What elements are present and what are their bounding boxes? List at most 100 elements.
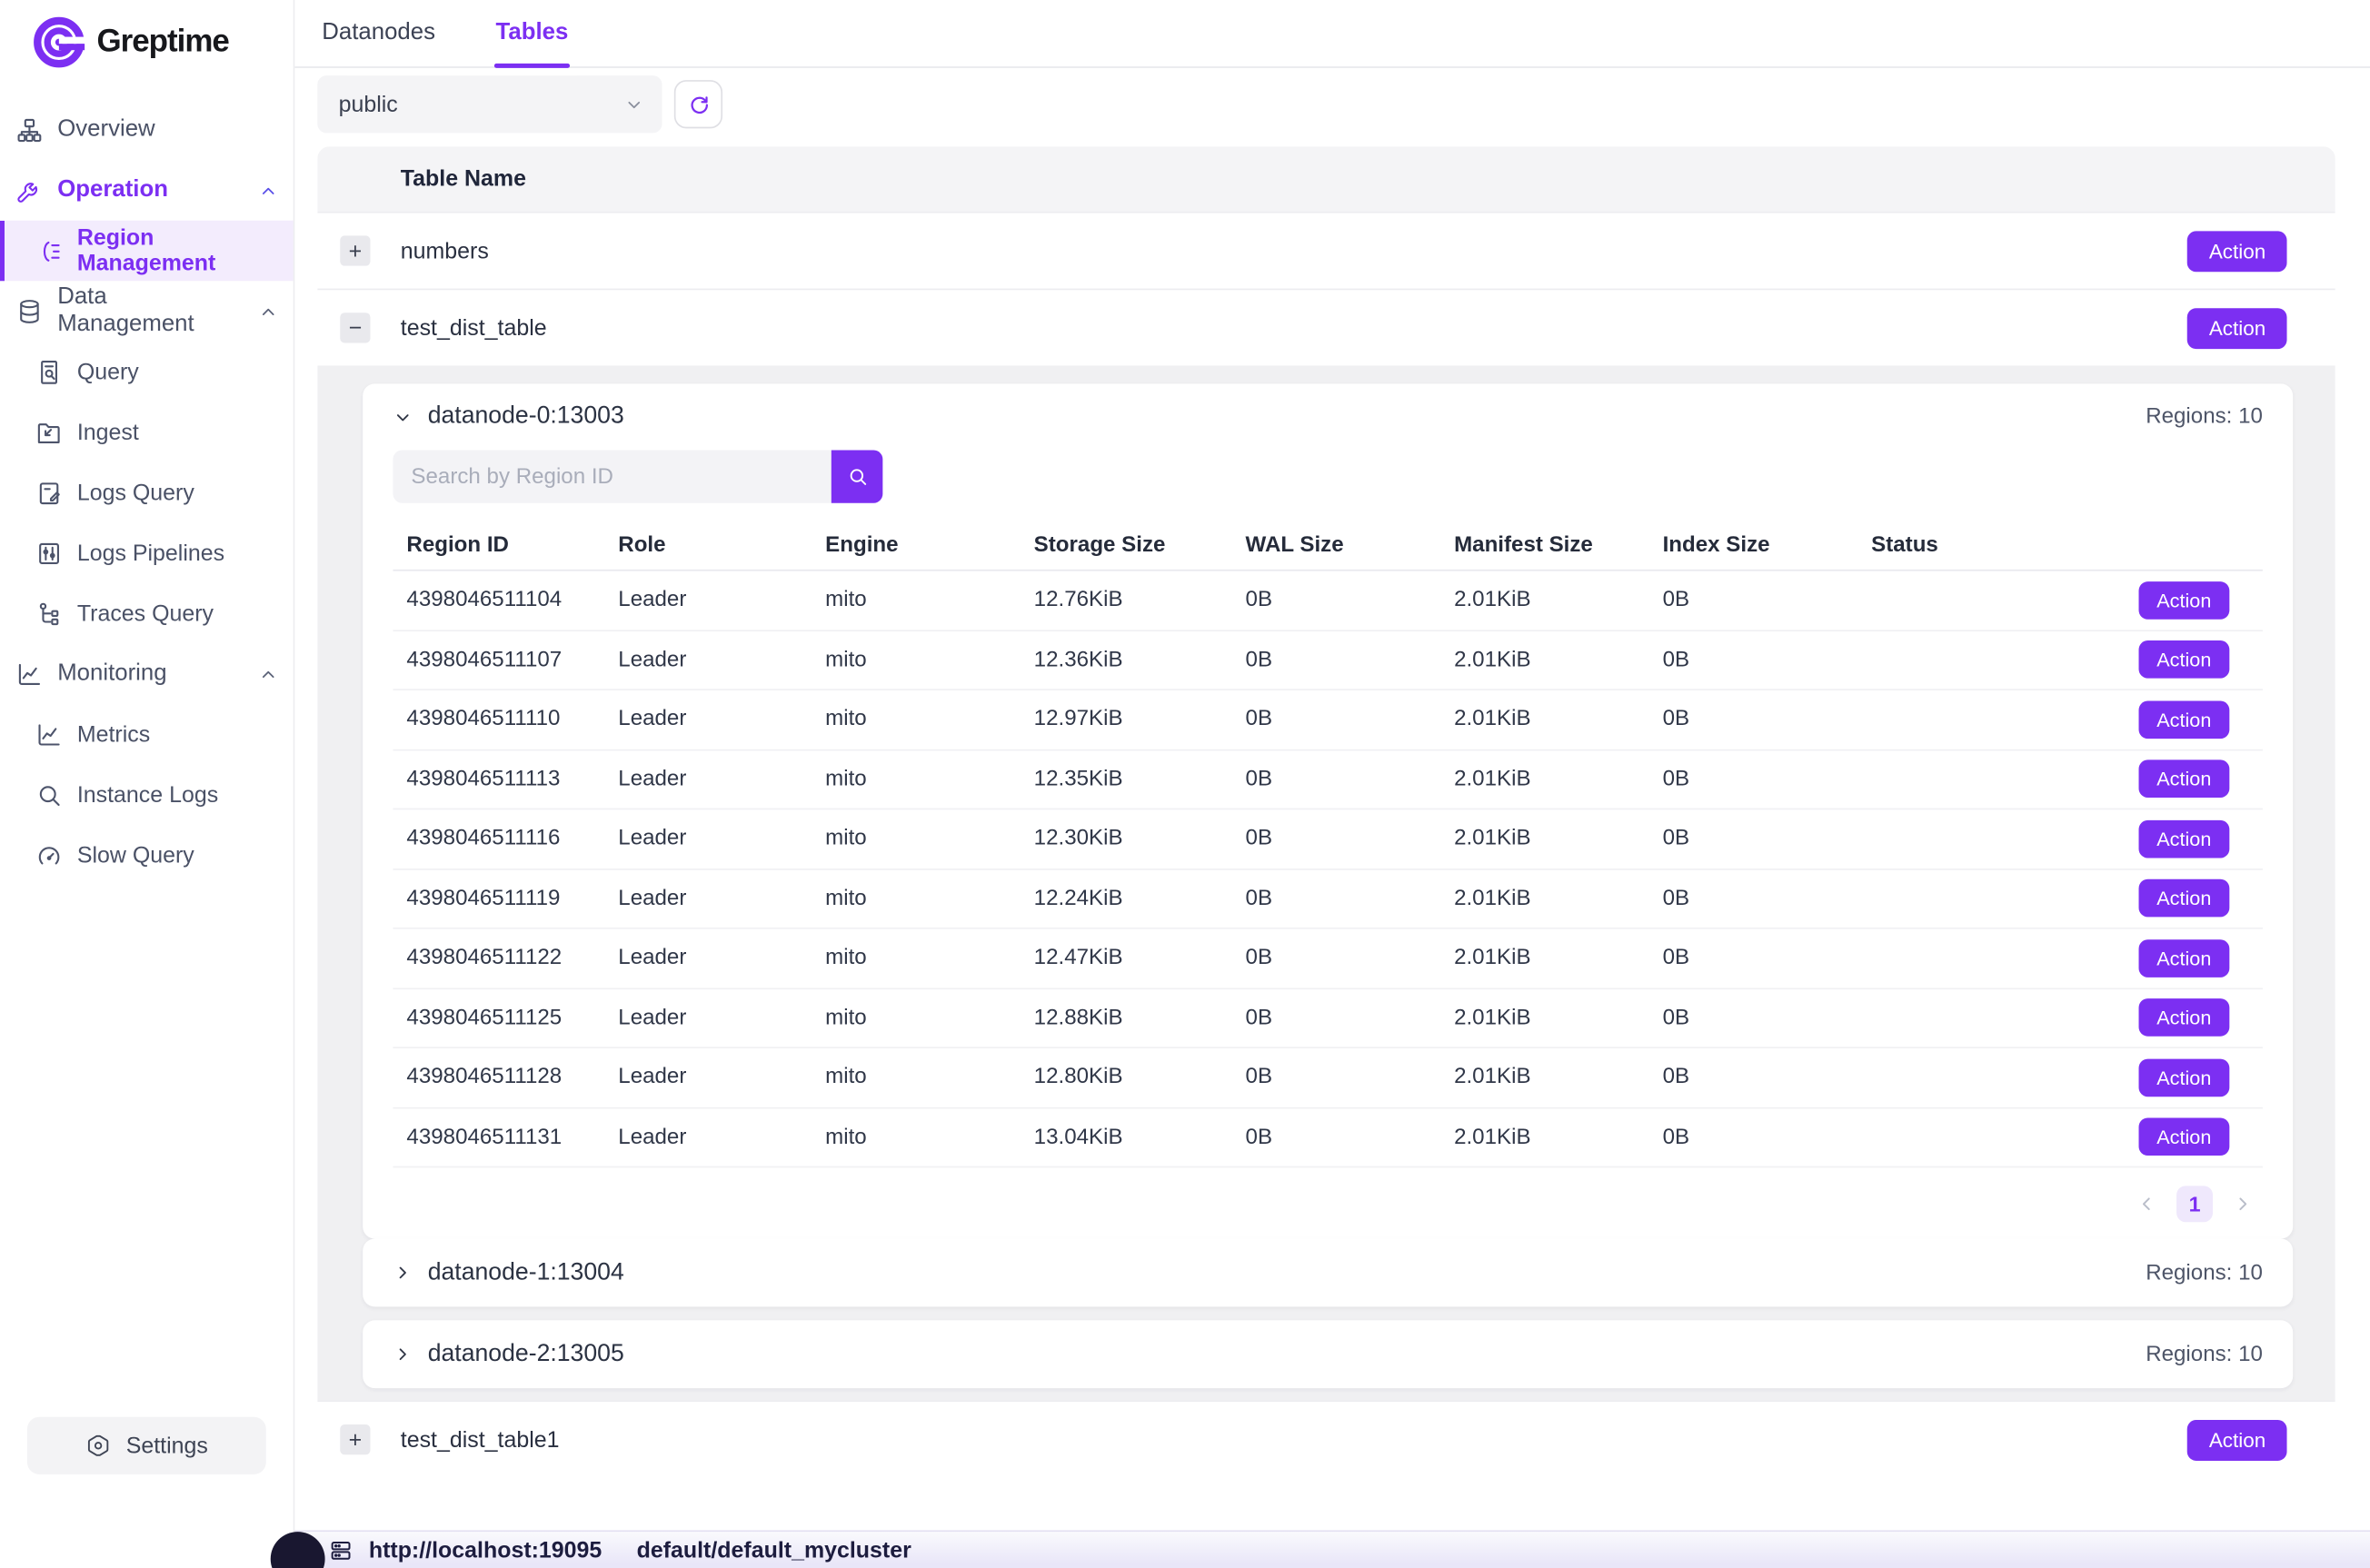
region-row: 4398046511116Leadermito12.30KiB0B2.01KiB… bbox=[393, 809, 2262, 869]
region-search-input[interactable] bbox=[393, 451, 831, 503]
region-search bbox=[393, 451, 882, 503]
action-button[interactable]: Action bbox=[2188, 1419, 2287, 1460]
cell-role: Leader bbox=[604, 588, 812, 612]
cell-storage-size: 12.47KiB bbox=[1021, 946, 1232, 970]
action-button[interactable]: Action bbox=[2188, 307, 2287, 348]
cell-region-id: 4398046511131 bbox=[393, 1125, 604, 1149]
sidebar-item-label: Slow Query bbox=[77, 842, 194, 868]
region-action-button[interactable]: Action bbox=[2138, 999, 2229, 1037]
datanode-0-header[interactable]: datanode-0:13003 Regions: 10 bbox=[363, 383, 2293, 444]
region-icon bbox=[34, 235, 64, 265]
column-header-index-size: Index Size bbox=[1649, 533, 1858, 558]
cell-wal-size: 0B bbox=[1232, 887, 1441, 911]
table-name: test_dist_table bbox=[401, 315, 547, 341]
cell-storage-size: 12.76KiB bbox=[1021, 588, 1232, 612]
expand-button[interactable]: + bbox=[340, 235, 370, 265]
chevron-up-icon bbox=[258, 181, 278, 201]
tabs-bar: Datanodes Tables bbox=[294, 0, 2370, 68]
previous-page-button[interactable] bbox=[2136, 1193, 2156, 1214]
refresh-button[interactable] bbox=[674, 80, 722, 128]
table-name: test_dist_table1 bbox=[401, 1427, 560, 1453]
next-page-button[interactable] bbox=[2233, 1193, 2254, 1214]
sidebar-item-overview[interactable]: Overview bbox=[0, 100, 294, 161]
cell-role: Leader bbox=[604, 946, 812, 970]
cell-storage-size: 12.35KiB bbox=[1021, 767, 1232, 791]
sidebar-item-operation[interactable]: Operation bbox=[0, 160, 294, 221]
tab-datanodes[interactable]: Datanodes bbox=[321, 0, 437, 66]
cell-storage-size: 12.80KiB bbox=[1021, 1066, 1232, 1090]
region-table: Region IDRoleEngineStorage SizeWAL SizeM… bbox=[393, 521, 2262, 1168]
region-search-button[interactable] bbox=[831, 451, 883, 503]
cell-wal-size: 0B bbox=[1232, 1006, 1441, 1030]
sidebar-item-instance-logs[interactable]: Instance Logs bbox=[0, 764, 294, 825]
region-action-button[interactable]: Action bbox=[2138, 1118, 2229, 1156]
region-action-button[interactable]: Action bbox=[2138, 939, 2229, 978]
cell-manifest-size: 2.01KiB bbox=[1440, 887, 1649, 911]
sidebar-item-label: Metrics bbox=[77, 721, 150, 747]
tree-icon bbox=[34, 598, 64, 628]
region-action-button[interactable]: Action bbox=[2138, 760, 2229, 799]
sidebar-item-query[interactable]: Query bbox=[0, 342, 294, 402]
toolbar: public bbox=[317, 75, 2335, 133]
sliders-icon bbox=[34, 538, 64, 568]
sidebar-item-region-management[interactable]: Region Management bbox=[0, 221, 294, 282]
region-table-header: Region IDRoleEngineStorage SizeWAL SizeM… bbox=[393, 521, 2262, 571]
region-row: 4398046511128Leadermito12.80KiB0B2.01KiB… bbox=[393, 1048, 2262, 1108]
cell-index-size: 0B bbox=[1649, 708, 1858, 732]
table-row-numbers: + numbers Action bbox=[317, 212, 2335, 289]
sidebar-item-logs-pipelines[interactable]: Logs Pipelines bbox=[0, 522, 294, 583]
sidebar-item-logs-query[interactable]: Logs Query bbox=[0, 462, 294, 523]
cell-engine: mito bbox=[812, 767, 1021, 791]
cell-engine: mito bbox=[812, 1066, 1021, 1090]
cell-engine: mito bbox=[812, 588, 1021, 612]
cell-region-id: 4398046511125 bbox=[393, 1006, 604, 1030]
search-icon bbox=[846, 465, 869, 488]
settings-button[interactable]: Settings bbox=[27, 1417, 266, 1474]
cell-index-size: 0B bbox=[1649, 827, 1858, 851]
sidebar-item-monitoring[interactable]: Monitoring bbox=[0, 643, 294, 704]
sidebar-item-label: Region Management bbox=[77, 225, 278, 277]
datanode-2-header[interactable]: datanode-2:13005Regions: 10 bbox=[363, 1320, 2293, 1388]
schema-select[interactable]: public bbox=[317, 75, 662, 133]
chevron-up-icon bbox=[258, 664, 278, 684]
expand-button[interactable]: + bbox=[340, 1424, 370, 1454]
cell-manifest-size: 2.01KiB bbox=[1440, 1125, 1649, 1149]
datanode-1-header[interactable]: datanode-1:13004Regions: 10 bbox=[363, 1239, 2293, 1307]
region-action-button[interactable]: Action bbox=[2138, 1058, 2229, 1097]
cell-engine: mito bbox=[812, 827, 1021, 851]
sidebar-item-label: Instance Logs bbox=[77, 782, 218, 808]
brand-logo: Greptime bbox=[0, 0, 294, 78]
cell-manifest-size: 2.01KiB bbox=[1440, 648, 1649, 672]
cell-region-id: 4398046511116 bbox=[393, 827, 604, 851]
sidebar-item-label: Query bbox=[77, 359, 139, 384]
app-root: Greptime OverviewOperationRegion Managem… bbox=[0, 0, 2370, 1568]
sidebar-item-traces-query[interactable]: Traces Query bbox=[0, 583, 294, 644]
main-area: DatanodesTables public Table Name bbox=[294, 0, 2370, 1568]
cell-storage-size: 12.36KiB bbox=[1021, 648, 1232, 672]
cell-region-id: 4398046511110 bbox=[393, 708, 604, 732]
region-action-button[interactable]: Action bbox=[2138, 819, 2229, 858]
cell-manifest-size: 2.01KiB bbox=[1440, 1066, 1649, 1090]
region-action-button[interactable]: Action bbox=[2138, 700, 2229, 739]
chart-icon bbox=[34, 719, 64, 749]
sidebar-item-label: Monitoring bbox=[57, 660, 166, 688]
datanode-panel-1: datanode-1:13004Regions: 10 bbox=[363, 1239, 2293, 1307]
greptime-logo-icon bbox=[32, 15, 86, 70]
sidebar-item-data-management[interactable]: Data Management bbox=[0, 281, 294, 342]
sidebar-item-label: Traces Query bbox=[77, 600, 214, 626]
sidebar-item-slow-query[interactable]: Slow Query bbox=[0, 825, 294, 886]
region-action-button[interactable]: Action bbox=[2138, 581, 2229, 620]
action-button[interactable]: Action bbox=[2188, 231, 2287, 272]
region-action-button[interactable]: Action bbox=[2138, 640, 2229, 679]
sidebar-item-metrics[interactable]: Metrics bbox=[0, 704, 294, 765]
sidebar-item-ingest[interactable]: Ingest bbox=[0, 402, 294, 462]
cell-manifest-size: 2.01KiB bbox=[1440, 767, 1649, 791]
region-action-button[interactable]: Action bbox=[2138, 879, 2229, 918]
cell-role: Leader bbox=[604, 708, 812, 732]
collapse-button[interactable]: − bbox=[340, 313, 370, 342]
search-icon bbox=[34, 779, 64, 809]
cell-engine: mito bbox=[812, 708, 1021, 732]
page-number[interactable]: 1 bbox=[2176, 1185, 2213, 1221]
server-url[interactable]: http://localhost:19095 bbox=[369, 1537, 602, 1563]
tab-tables[interactable]: Tables bbox=[494, 0, 570, 66]
